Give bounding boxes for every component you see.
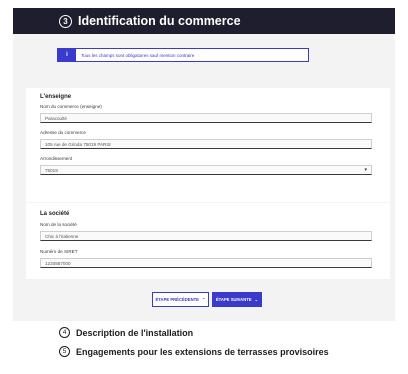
arrondissement-label: Arrondissement [40, 156, 73, 161]
previous-step-button[interactable]: ÉTAPE PRÉCÉDENTE ⌃ [152, 292, 209, 307]
info-banner-text: Tous les champs sont obligatoires sauf m… [81, 52, 195, 58]
step-number-badge: 3 [59, 14, 72, 28]
adresse-label: Adresse du commerce [40, 130, 86, 135]
form-frame: 3 Identification du commerce i Tous les … [13, 8, 395, 360]
adresse-input[interactable]: 105 rue de Grinda 75019 PARIS [40, 139, 372, 149]
upcoming-steps: 4 Description de l'installation 5 Engage… [13, 321, 395, 360]
societe-card: La société Nom de la société Chic à l'it… [26, 203, 390, 279]
info-banner: i Tous les champs sont obligatoires sauf… [57, 48, 309, 62]
previous-step-label: ÉTAPE PRÉCÉDENTE [155, 297, 199, 302]
section-title: Identification du commerce [78, 14, 241, 28]
siret-value: 1234567000 [45, 260, 71, 266]
nom-commerce-input[interactable]: Paracoulté [40, 113, 372, 123]
societe-title: La société [40, 211, 70, 217]
info-icon: i [58, 49, 76, 61]
step-4-number: 4 [59, 327, 70, 338]
next-step-label: ÉTAPE SUIVANTE [215, 297, 252, 302]
arrondissement-value: 75019 [45, 167, 58, 173]
chevron-up-icon: ⌃ [201, 297, 206, 302]
step-5-title: Engagements pour les extensions de terra… [76, 346, 329, 357]
step-4: 4 Description de l'installation [59, 327, 193, 338]
nom-commerce-label: Nom du commerce (enseigne) [40, 104, 102, 109]
step-5: 5 Engagements pour les extensions de ter… [59, 346, 329, 357]
siret-label: Numéro de SIRET [40, 249, 78, 254]
adresse-value: 105 rue de Grinda 75019 PARIS [45, 141, 111, 147]
arrondissement-select[interactable]: 75019 ▾ [40, 165, 372, 175]
nom-societe-value: Chic à l'italienne [45, 233, 79, 239]
chevron-down-icon: ▾ [364, 167, 367, 173]
section-header: 3 Identification du commerce [13, 8, 395, 34]
nom-commerce-value: Paracoulté [45, 115, 67, 121]
nom-societe-input[interactable]: Chic à l'italienne [40, 231, 372, 241]
chevron-down-icon: ⌄ [254, 297, 259, 302]
step-4-title: Description de l'installation [76, 327, 194, 338]
enseigne-card: L'enseigne Nom du commerce (enseigne) Pa… [26, 88, 390, 202]
nom-societe-label: Nom de la société [40, 222, 77, 227]
enseigne-title: L'enseigne [40, 94, 72, 100]
next-step-button[interactable]: ÉTAPE SUIVANTE ⌄ [212, 292, 262, 307]
siret-input[interactable]: 1234567000 [40, 258, 372, 268]
step-5-number: 5 [59, 346, 70, 357]
